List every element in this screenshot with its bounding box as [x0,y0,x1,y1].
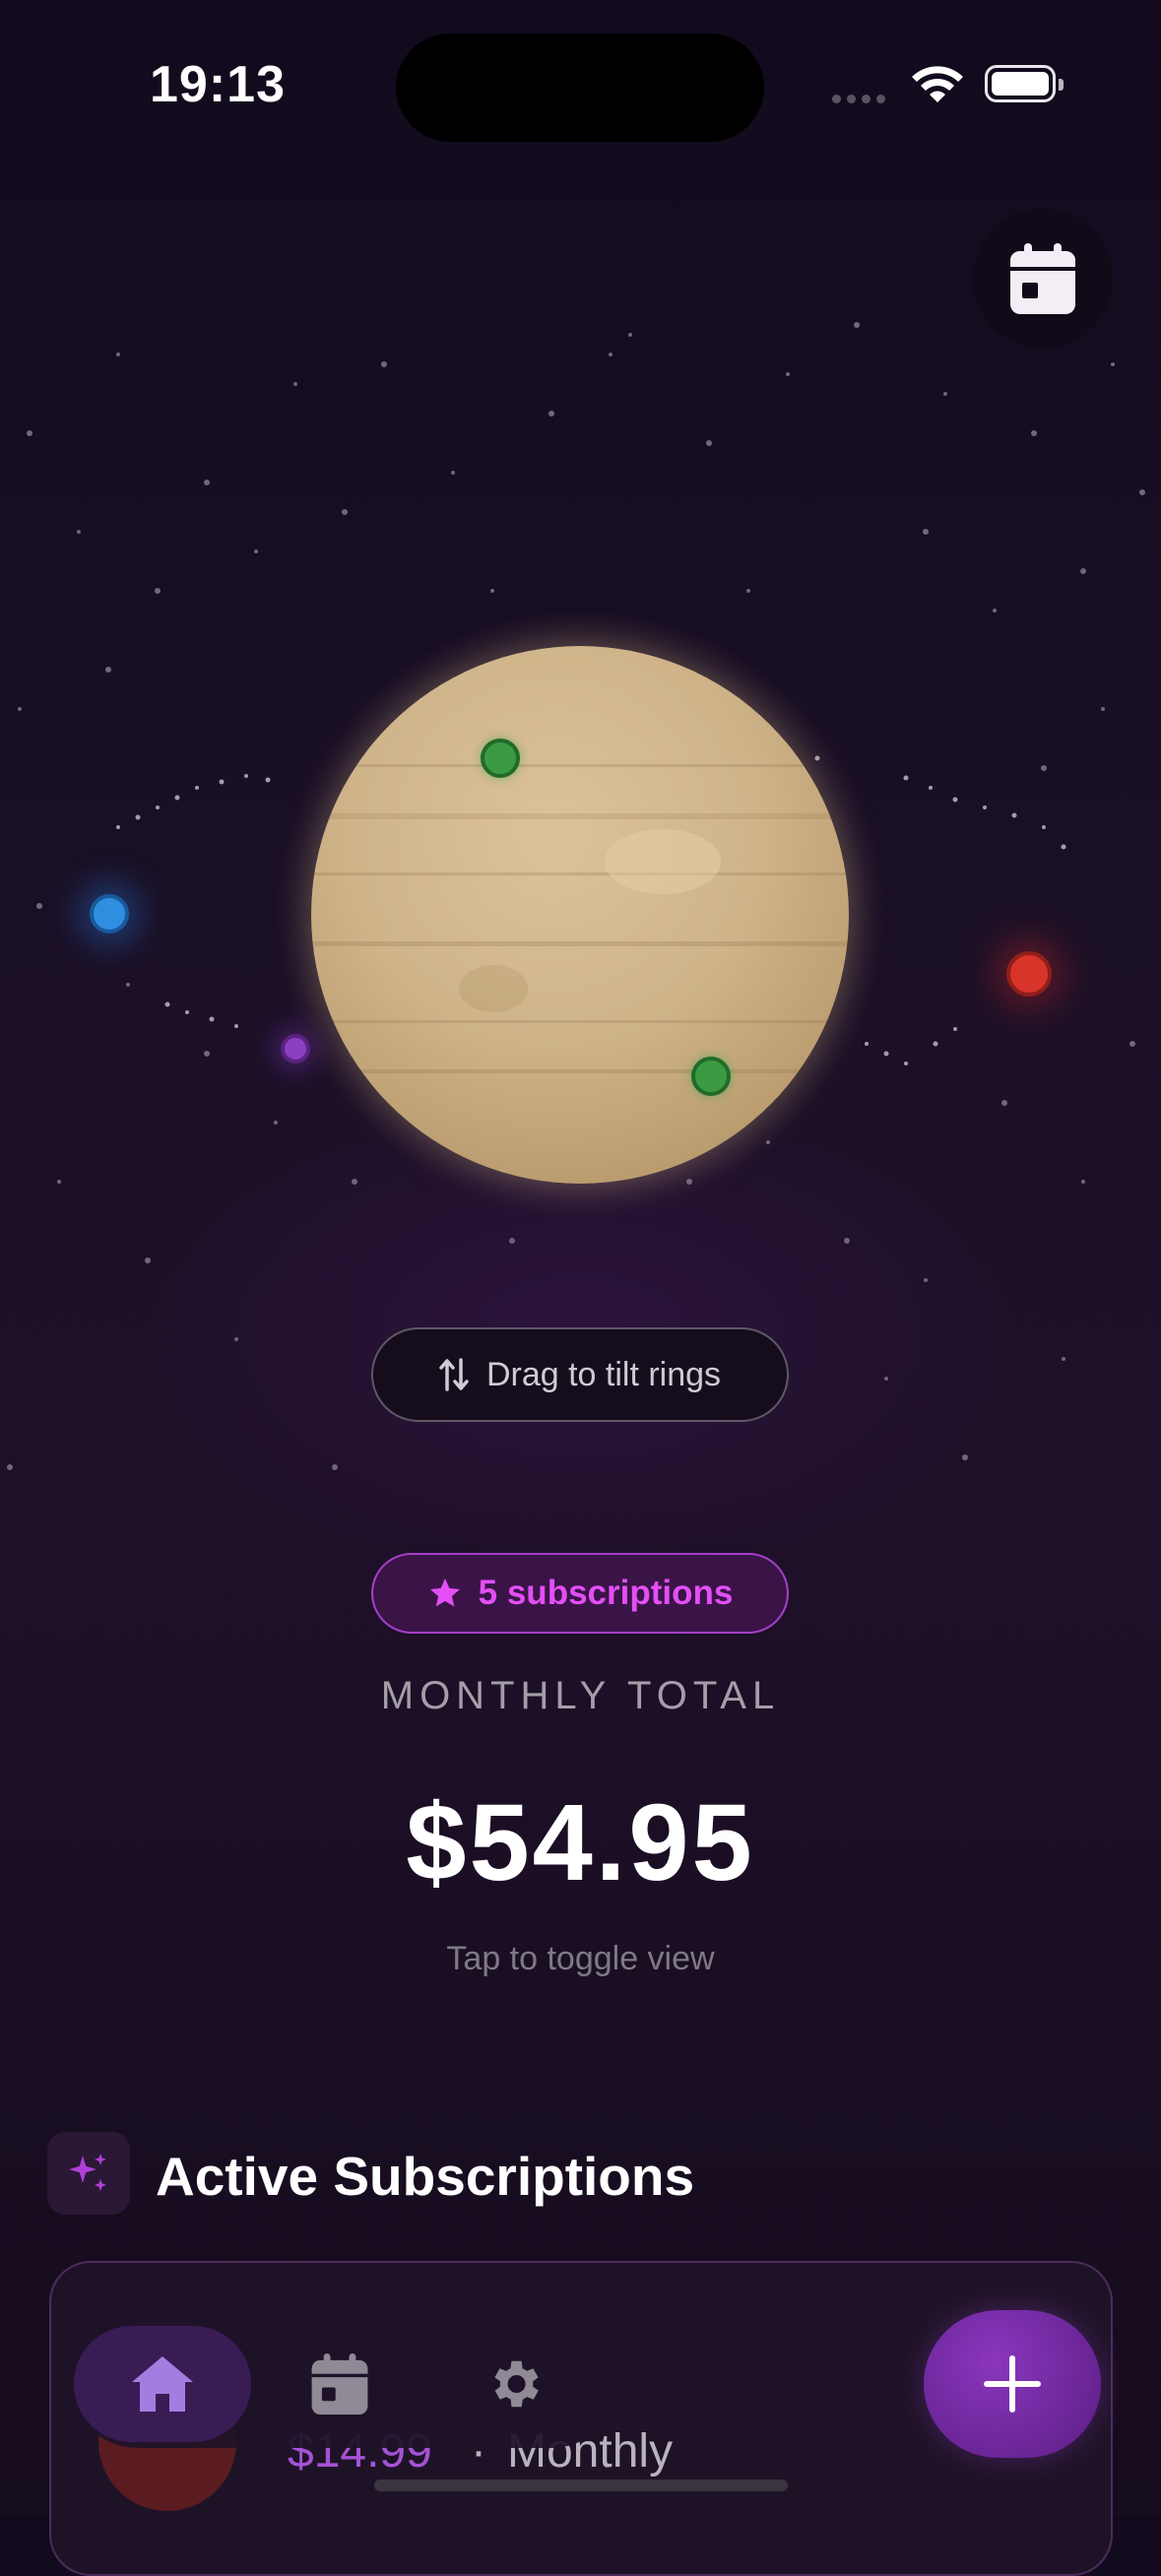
battery-icon [985,65,1064,102]
toggle-view-hint: Tap to toggle view [446,1940,715,1977]
sparkles-icon [47,2132,130,2215]
home-icon [132,2356,193,2412]
planet[interactable] [311,646,849,1184]
swap-vertical-icon [439,1358,469,1391]
calendar-icon [311,2353,368,2415]
cellular-signal-icon [832,95,885,103]
status-time: 19:13 [150,56,286,113]
subscription-moon[interactable] [691,1057,731,1096]
star-icon [429,1578,460,1607]
subscription-moon[interactable] [281,1034,310,1063]
add-subscription-button[interactable] [924,2310,1101,2458]
nav-home[interactable] [74,2326,251,2442]
nav-settings[interactable] [453,2326,575,2442]
section-title: Active Subscriptions [156,2146,695,2207]
tilt-hint-pill: Drag to tilt rings [371,1327,789,1422]
subscription-moon[interactable] [1006,951,1052,997]
monthly-total-amount[interactable]: $54.95 [0,1780,1161,1905]
subscriptions-count-text: 5 subscriptions [478,1574,734,1612]
wifi-icon [908,63,967,111]
tilt-hint-text: Drag to tilt rings [485,1355,722,1393]
nav-calendar[interactable] [279,2326,401,2442]
dynamic-island [396,33,764,142]
gear-icon [494,2360,539,2408]
monthly-total-label: MONTHLY TOTAL [380,1674,781,1717]
home-indicator[interactable] [374,2479,788,2491]
subscription-moon[interactable] [90,894,129,934]
subscriptions-count-badge[interactable]: 5 subscriptions [371,1553,789,1634]
subscription-moon[interactable] [481,739,520,778]
plus-icon [984,2355,1041,2413]
